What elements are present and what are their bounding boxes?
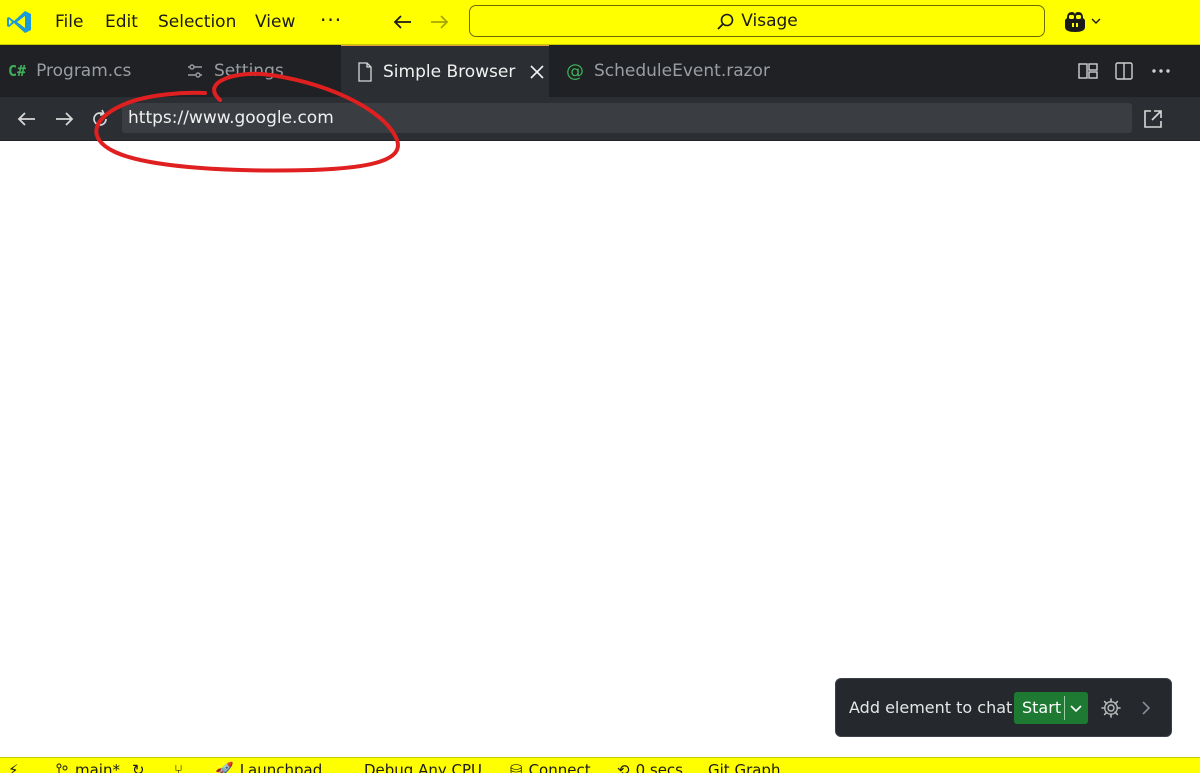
status-connect-label: Connect (528, 761, 591, 773)
git-compare-icon[interactable]: ⑂ (174, 761, 183, 773)
browser-page-content (0, 141, 1200, 757)
url-text: https://www.google.com (128, 108, 334, 128)
menu-view[interactable]: View (255, 12, 295, 32)
browser-back-icon[interactable] (16, 108, 38, 130)
tab-settings[interactable]: Settings (186, 45, 336, 97)
status-timer[interactable]: ⟲ 0 secs (617, 761, 683, 773)
tab-label: Program.cs (36, 61, 132, 81)
menu-file[interactable]: File (55, 12, 83, 32)
start-button[interactable]: Start (1014, 692, 1088, 724)
tab-schedule-event-razor[interactable]: @ ScheduleEvent.razor (566, 45, 796, 97)
chevron-down-icon[interactable] (1069, 701, 1083, 715)
rocket-icon: 🚀 (215, 761, 234, 773)
tab-label: ScheduleEvent.razor (594, 61, 770, 81)
vscode-logo-icon (7, 11, 31, 33)
menu-more-button[interactable]: ··· (320, 8, 342, 32)
razor-icon: @ (566, 60, 584, 82)
url-input[interactable]: https://www.google.com (122, 103, 1132, 133)
status-launchpad-label: Launchpad (239, 761, 323, 773)
open-external-icon[interactable] (1142, 108, 1164, 130)
editor-tab-bar: C# Program.cs Settings Simple Browser @ … (0, 45, 1200, 97)
copilot-icon[interactable] (1062, 9, 1088, 35)
layout-icon[interactable] (1077, 60, 1099, 82)
remote-indicator-icon[interactable]: ⚡ (8, 761, 19, 773)
chevron-down-icon[interactable] (1090, 15, 1102, 27)
search-text: Visage (741, 11, 798, 31)
forward-arrow-icon[interactable] (428, 11, 450, 33)
tab-label: Simple Browser (383, 61, 516, 82)
chevron-right-icon[interactable] (1139, 699, 1153, 717)
add-element-to-chat-widget: Add element to chat Start (835, 678, 1172, 737)
close-icon[interactable] (529, 64, 545, 80)
history-icon: ⟲ (617, 761, 630, 773)
back-arrow-icon[interactable] (392, 11, 414, 33)
menu-selection[interactable]: Selection (158, 12, 236, 32)
tab-label: Settings (214, 61, 284, 81)
start-button-divider (1064, 696, 1065, 720)
file-icon (358, 61, 372, 82)
status-launchpad[interactable]: 🚀 Launchpad (215, 761, 322, 773)
status-connect[interactable]: ⛁ Connect (510, 761, 591, 773)
start-button-label: Start (1022, 698, 1062, 717)
command-center-search[interactable]: Visage (469, 5, 1045, 37)
split-editor-icon[interactable] (1113, 60, 1135, 82)
browser-forward-icon[interactable] (53, 108, 75, 130)
status-bar: ⚡ main* ↻ ⑂ 🚀 Launchpad Debug Any CPU ⛁ … (0, 757, 1200, 773)
git-branch-icon (56, 763, 68, 773)
tab-program-cs[interactable]: C# Program.cs (8, 45, 178, 97)
more-actions-icon[interactable] (1150, 60, 1172, 82)
status-branch[interactable]: main* (55, 761, 120, 773)
tab-simple-browser[interactable]: Simple Browser (341, 45, 549, 97)
status-git-graph[interactable]: Git Graph (708, 761, 780, 773)
status-timer-label: 0 secs (635, 761, 683, 773)
chat-widget-label: Add element to chat (849, 698, 1013, 717)
sync-icon[interactable]: ↻ (132, 761, 145, 773)
browser-reload-icon[interactable] (89, 108, 111, 130)
title-bar: File Edit Selection View ··· Visage (0, 0, 1200, 45)
csharp-icon: C# (8, 62, 27, 80)
browser-navigation-bar: https://www.google.com (0, 97, 1200, 141)
database-icon: ⛁ (510, 761, 523, 773)
settings-sliders-icon (188, 64, 202, 78)
menu-edit[interactable]: Edit (105, 12, 138, 32)
status-branch-label: main* (75, 761, 120, 773)
gear-icon[interactable] (1100, 697, 1122, 719)
search-icon (717, 13, 734, 30)
status-debug-config[interactable]: Debug Any CPU (364, 761, 482, 773)
